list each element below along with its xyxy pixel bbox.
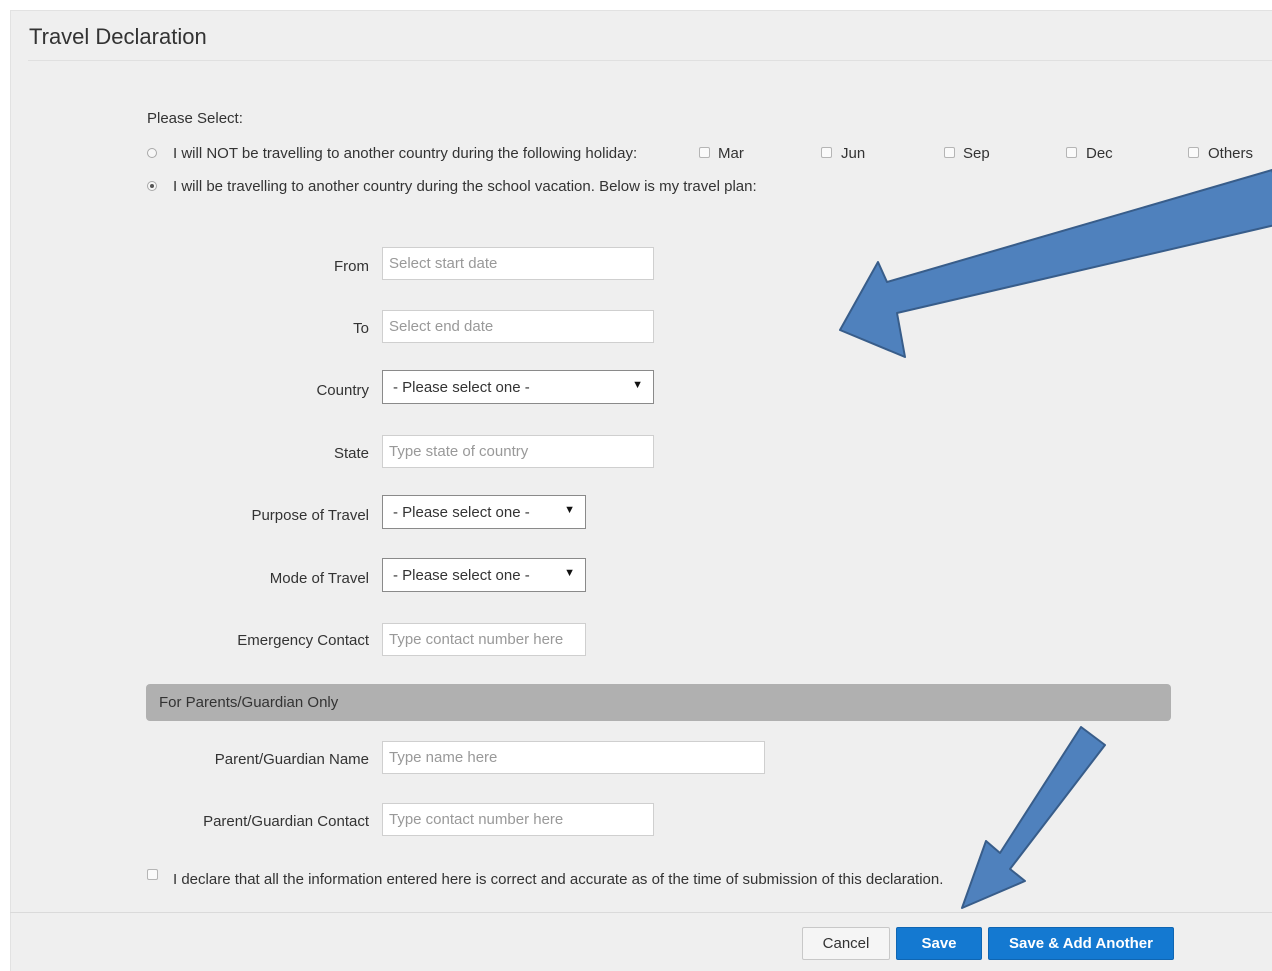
- declaration-checkbox[interactable]: [147, 869, 158, 880]
- page-title: Travel Declaration: [29, 24, 207, 49]
- radio-not-travelling[interactable]: [147, 148, 157, 158]
- save-button[interactable]: Save: [896, 927, 982, 960]
- checkbox-others[interactable]: [1188, 147, 1199, 158]
- mode-select-value: - Please select one -: [393, 566, 530, 584]
- dropdown-arrow-icon: ▼: [564, 567, 575, 579]
- from-label: From: [334, 258, 369, 275]
- from-date-input[interactable]: [382, 247, 654, 280]
- to-date-input[interactable]: [382, 310, 654, 343]
- state-input[interactable]: [382, 435, 654, 468]
- parents-section-title: For Parents/Guardian Only: [159, 694, 339, 711]
- state-label: State: [333, 445, 369, 462]
- purpose-select[interactable]: - Please select one - ▼: [382, 495, 586, 529]
- radio-travelling[interactable]: [147, 181, 157, 191]
- checkbox-jun[interactable]: [821, 147, 832, 158]
- mode-label: Mode of Travel: [269, 570, 369, 587]
- save-and-add-another-button[interactable]: Save & Add Another: [988, 927, 1174, 960]
- country-select[interactable]: - Please select one - ▼: [382, 370, 654, 404]
- travelling-label: I will be travelling to another country …: [173, 178, 757, 195]
- holiday-dec-label: Dec: [1086, 145, 1113, 162]
- parent-name-input[interactable]: [382, 741, 765, 774]
- mode-select[interactable]: - Please select one - ▼: [382, 558, 586, 592]
- holiday-jun-label: Jun: [841, 145, 866, 162]
- holiday-mar-label: Mar: [718, 145, 744, 162]
- emergency-contact-label: Emergency Contact: [237, 632, 369, 649]
- not-travelling-label: I will NOT be travelling to another coun…: [173, 145, 638, 162]
- emergency-contact-input[interactable]: [382, 623, 586, 656]
- country-select-value: - Please select one -: [393, 378, 530, 396]
- dropdown-arrow-icon: ▼: [564, 504, 575, 516]
- please-select-label: Please Select:: [147, 110, 243, 127]
- purpose-label: Purpose of Travel: [251, 507, 369, 524]
- holiday-others-label: Others: [1208, 145, 1254, 162]
- parent-contact-input[interactable]: [382, 803, 654, 836]
- checkbox-sep[interactable]: [944, 147, 955, 158]
- parent-name-label: Parent/Guardian Name: [214, 751, 369, 768]
- holiday-sep-label: Sep: [963, 145, 990, 162]
- cancel-button[interactable]: Cancel: [802, 927, 890, 960]
- title-divider: [28, 60, 1272, 61]
- checkbox-mar[interactable]: [699, 147, 710, 158]
- purpose-select-value: - Please select one -: [393, 503, 530, 521]
- dropdown-arrow-icon: ▼: [632, 379, 643, 391]
- to-label: To: [353, 320, 369, 337]
- checkbox-dec[interactable]: [1066, 147, 1077, 158]
- declaration-text: I declare that all the information enter…: [173, 871, 944, 888]
- parent-contact-label: Parent/Guardian Contact: [203, 813, 369, 830]
- country-label: Country: [316, 382, 369, 399]
- parents-section-header: For Parents/Guardian Only: [146, 684, 1171, 721]
- footer-divider: [10, 912, 1272, 913]
